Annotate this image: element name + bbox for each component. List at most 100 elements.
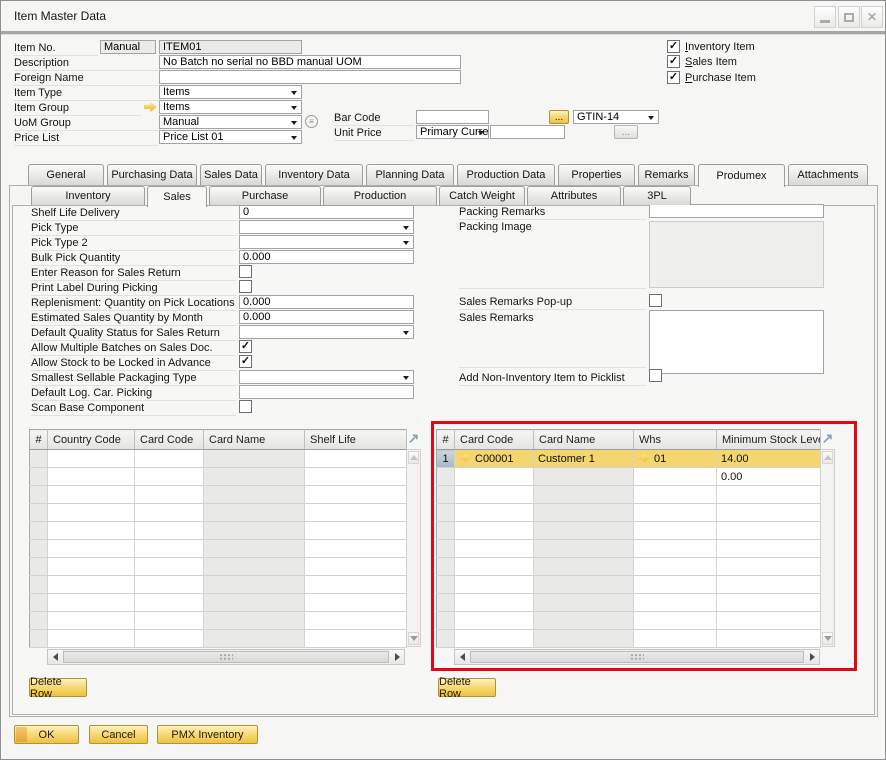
grid-cell[interactable] [204, 522, 305, 540]
grid-cell[interactable] [717, 540, 821, 558]
sales-item-checkbox[interactable] [667, 55, 680, 68]
grid-cell[interactable] [534, 504, 634, 522]
grid-cell[interactable] [305, 576, 407, 594]
grid-cell[interactable] [455, 630, 534, 648]
unit-price-currency-dropdown[interactable]: Primary Curre [416, 125, 489, 139]
grid-cell[interactable] [305, 540, 407, 558]
grid-cell[interactable] [48, 522, 135, 540]
tab-planning-data[interactable]: Planning Data [366, 164, 454, 185]
column-header-min-stock-level[interactable]: Minimum Stock Level [717, 430, 821, 450]
unit-price-field[interactable] [490, 125, 565, 139]
whs-cell[interactable]: 01 [634, 450, 717, 468]
grid-cell[interactable] [305, 594, 407, 612]
grid-cell[interactable] [48, 450, 135, 468]
estimated-sales-qty-field[interactable] [239, 310, 414, 324]
tab-produmex[interactable]: Produmex [698, 164, 785, 187]
uom-group-dropdown[interactable]: Manual [159, 115, 302, 129]
column-header-card-name[interactable]: Card Name [204, 430, 305, 450]
grid-cell[interactable] [534, 594, 634, 612]
sales-remarks-textarea[interactable] [649, 310, 824, 374]
tab-attachments[interactable]: Attachments [788, 164, 868, 185]
grid-cell[interactable] [135, 540, 204, 558]
gtin-dropdown[interactable]: GTIN-14 [573, 110, 659, 124]
grid-cell[interactable] [48, 468, 135, 486]
allow-stock-locked-checkbox[interactable] [239, 355, 252, 368]
grid-cell[interactable] [455, 540, 534, 558]
grid-cell[interactable] [204, 504, 305, 522]
grid-cell[interactable] [534, 612, 634, 630]
grid-cell[interactable] [48, 558, 135, 576]
grid-cell[interactable] [437, 630, 455, 648]
grid-cell[interactable] [717, 558, 821, 576]
card-name-cell[interactable]: Customer 1 [534, 450, 634, 468]
grid-cell[interactable] [135, 612, 204, 630]
grid-cell[interactable] [634, 522, 717, 540]
grid-cell[interactable] [634, 486, 717, 504]
grid-cell[interactable] [135, 558, 204, 576]
grid-cell[interactable] [534, 522, 634, 540]
tab-sales-data[interactable]: Sales Data [200, 164, 262, 185]
grid-cell[interactable] [30, 540, 48, 558]
grid-cell[interactable] [30, 468, 48, 486]
inventory-item-checkbox[interactable] [667, 40, 680, 53]
bar-code-field[interactable] [416, 110, 489, 124]
tab-remarks[interactable]: Remarks [638, 164, 695, 185]
grid-cell[interactable] [204, 594, 305, 612]
tab-production-data[interactable]: Production Data [457, 164, 555, 185]
replenishment-qty-field[interactable] [239, 295, 414, 309]
subtab-sales[interactable]: Sales [147, 186, 207, 207]
packing-image-box[interactable] [649, 221, 824, 288]
grid-cell[interactable] [48, 630, 135, 648]
column-header-whs[interactable]: Whs [634, 430, 717, 450]
grid-cell[interactable] [437, 576, 455, 594]
card-code-cell[interactable]: C00001 [455, 450, 534, 468]
grid-cell[interactable] [455, 558, 534, 576]
grid-cell[interactable] [634, 558, 717, 576]
hscroll-thumb[interactable] [63, 651, 389, 663]
grid-cell[interactable] [717, 522, 821, 540]
grid-cell[interactable] [305, 468, 407, 486]
grid-cell[interactable] [437, 540, 455, 558]
grid-cell[interactable] [437, 558, 455, 576]
grid-cell[interactable] [135, 594, 204, 612]
tab-properties[interactable]: Properties [558, 164, 635, 185]
grid-cell[interactable] [30, 522, 48, 540]
smallest-sellable-packaging-dropdown[interactable] [239, 370, 414, 384]
shelf-life-delivery-field[interactable] [239, 205, 414, 219]
foreign-name-field[interactable] [159, 70, 461, 84]
scroll-up-arrow-icon[interactable] [408, 451, 419, 464]
grid-cell[interactable] [30, 486, 48, 504]
grid-cell[interactable] [455, 594, 534, 612]
scroll-right-arrow-icon[interactable] [805, 650, 819, 664]
pick-type-dropdown[interactable] [239, 220, 414, 234]
grid-cell[interactable] [48, 576, 135, 594]
grid-cell[interactable] [30, 612, 48, 630]
grid-cell[interactable] [534, 558, 634, 576]
grid-cell[interactable] [135, 576, 204, 594]
bar-code-browse-button[interactable]: ... [549, 110, 569, 124]
subtab-catch-weight[interactable]: Catch Weight [439, 186, 525, 205]
grid-cell[interactable] [717, 576, 821, 594]
scroll-left-arrow-icon[interactable] [48, 650, 62, 664]
row-number-cell[interactable]: 1 [437, 450, 455, 468]
column-header-shelf-life[interactable]: Shelf Life [305, 430, 407, 450]
maximize-button[interactable] [838, 6, 860, 28]
grid-cell[interactable] [305, 612, 407, 630]
delete-row-button-right[interactable]: Delete Row [438, 678, 496, 697]
description-field[interactable] [159, 55, 461, 69]
grid-cell[interactable] [534, 486, 634, 504]
grid-cell[interactable] [305, 558, 407, 576]
grid-cell[interactable] [717, 612, 821, 630]
bulk-pick-quantity-field[interactable] [239, 250, 414, 264]
column-header-num[interactable]: # [30, 430, 48, 450]
card-code-cell[interactable] [455, 468, 534, 486]
purchase-item-checkbox[interactable] [667, 71, 680, 84]
price-list-dropdown[interactable]: Price List 01 [159, 130, 302, 144]
grid-cell[interactable] [135, 522, 204, 540]
grid-cell[interactable] [204, 630, 305, 648]
enter-reason-sales-return-checkbox[interactable] [239, 265, 252, 278]
subtab-purchase[interactable]: Purchase [209, 186, 321, 205]
grid-cell[interactable] [48, 612, 135, 630]
country-table-expand-icon[interactable]: ↗ [406, 430, 421, 448]
grid-cell[interactable] [48, 540, 135, 558]
